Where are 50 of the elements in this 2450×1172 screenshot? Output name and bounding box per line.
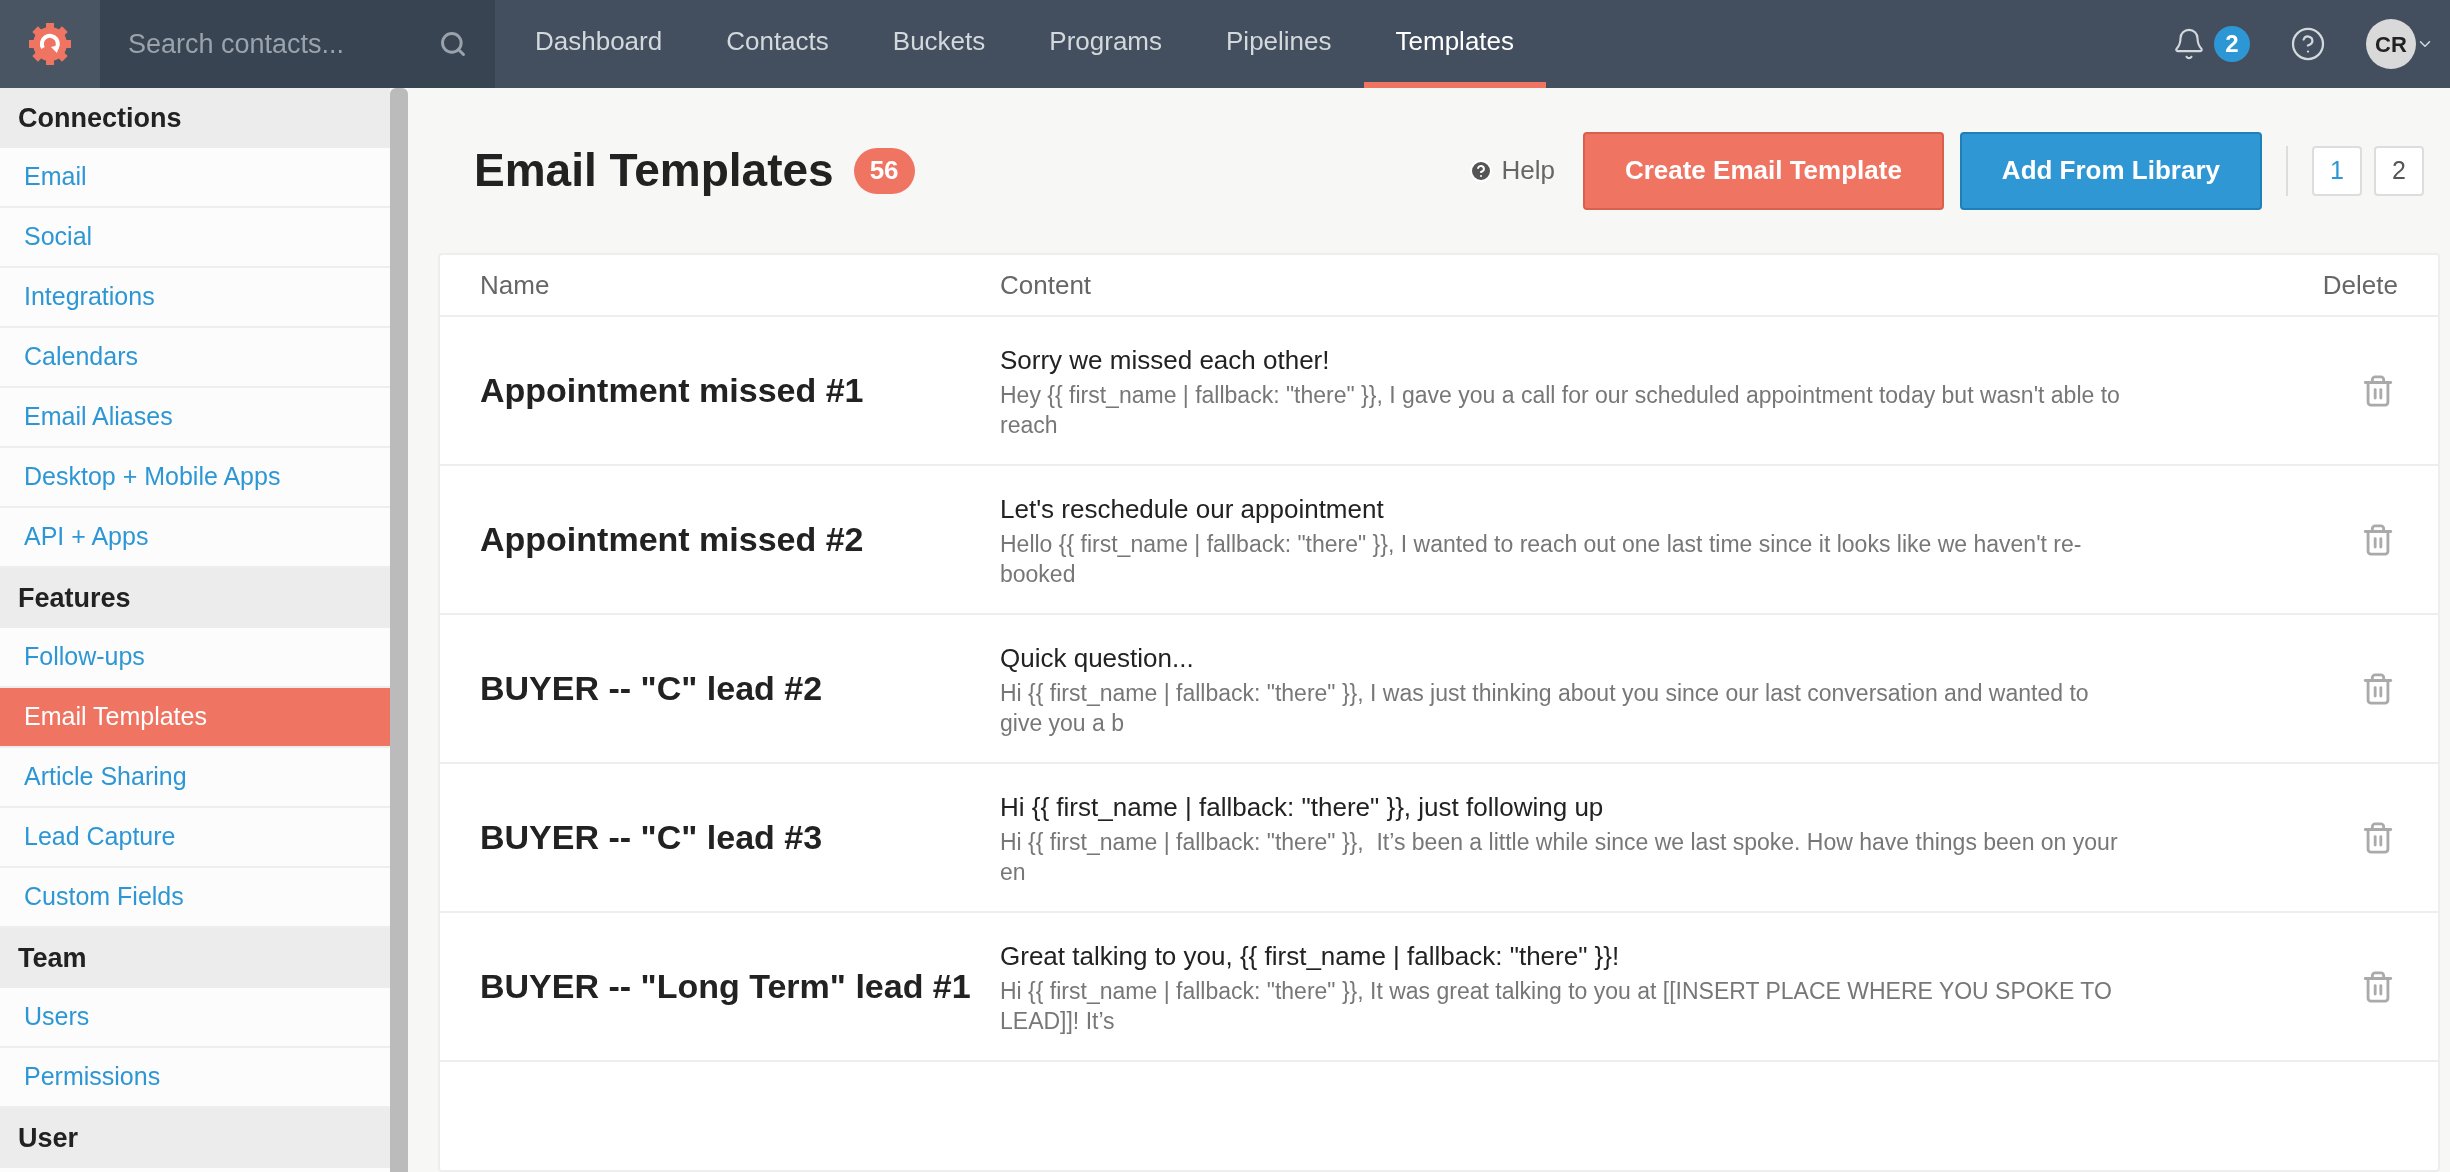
notification-bell-icon[interactable] [2172,27,2206,61]
notification-count: 2 [2214,26,2250,62]
email-preview: Hi {{ first_name | fallback: "there" }}, I was just thinking about you since our last conversation and wanted to give you a b [1000,679,2090,738]
page-number-button[interactable]: 1 [2312,145,2362,196]
column-header: Delete [2321,268,2398,302]
trash-icon [2361,522,2395,557]
trash-icon [2361,373,2395,408]
user-avatar[interactable]: CR [2366,19,2416,69]
nav-tab[interactable]: Dashboard [503,0,695,88]
logo-icon[interactable] [0,0,100,88]
column-header: Name [479,268,551,302]
email-subject: Hi {{ first_name | fallback: "there" }}, just following up [1000,791,1605,824]
scrollbar[interactable] [390,88,408,1172]
page-title: Email Templates [474,143,834,198]
column-header: Content [1000,268,1093,302]
email-subject: Great talking to you, {{ first_name | fallback: "there" }}! [1000,940,1621,973]
create-template-button[interactable]: Create Email Template [1582,131,1944,210]
sidebar-item[interactable]: Email Templates [0,688,390,748]
email-preview: Hi {{ first_name | fallback: "there" }}, It was great talking to you at [[INSERT PLACE WHERE YOU SPOKE TO LEAD]]! It’s [1000,977,2113,1036]
email-subject: Let's reschedule our appointment [1000,493,1385,526]
nav-tab[interactable]: Programs [1017,0,1194,88]
search-icon[interactable] [439,30,467,58]
help-icon [1469,158,1494,183]
email-subject: Quick question... [1000,642,1195,675]
template-name[interactable]: Appointment missed #2 [440,514,1000,565]
email-preview: Hi {{ first_name | fallback: "there" }}, It’s been a little while since we last spoke. How have things been on your en [1000,828,2119,887]
trash-icon [2361,820,2395,855]
page-number-button[interactable]: 2 [2374,145,2424,196]
template-name[interactable]: BUYER -- "C" lead #3 [440,812,1000,863]
email-preview: Hey {{ first_name | fallback: "there" }}, I gave you a call for our scheduled appointment today but wasn't able to reach [1000,381,2121,440]
nav-tab[interactable]: Pipelines [1194,0,1364,88]
add-from-library-button[interactable]: Add From Library [1959,131,2262,210]
template-count-badge: 56 [853,147,915,194]
nav-tab[interactable]: Buckets [860,0,1018,88]
sidebar-section-header: Team [0,928,390,988]
trash-icon [2361,671,2395,706]
help-icon[interactable] [2290,26,2326,62]
sidebar-section-header: Features [0,568,390,628]
email-preview: Hello {{ first_name | fallback: "there" }}, I wanted to reach out one last time since it looks like we haven't re-booked [1000,530,2083,589]
sidebar-section-header: Connections [0,88,390,148]
nav-tab[interactable]: Contacts [694,0,861,88]
search-bar[interactable]: Search contacts... [100,0,495,88]
sidebar-section-header: User [0,1108,390,1168]
trash-icon [2361,969,2395,1004]
help-link[interactable]: Help [1469,151,1555,190]
email-subject: Sorry we missed each other! [1000,344,1331,377]
template-name[interactable]: BUYER -- "Long Term" lead #1 [440,961,1000,1012]
template-name[interactable]: BUYER -- "C" lead #2 [440,663,1000,714]
nav-tab[interactable]: Templates [1363,0,1547,88]
template-name[interactable]: Appointment missed #1 [440,365,1000,416]
